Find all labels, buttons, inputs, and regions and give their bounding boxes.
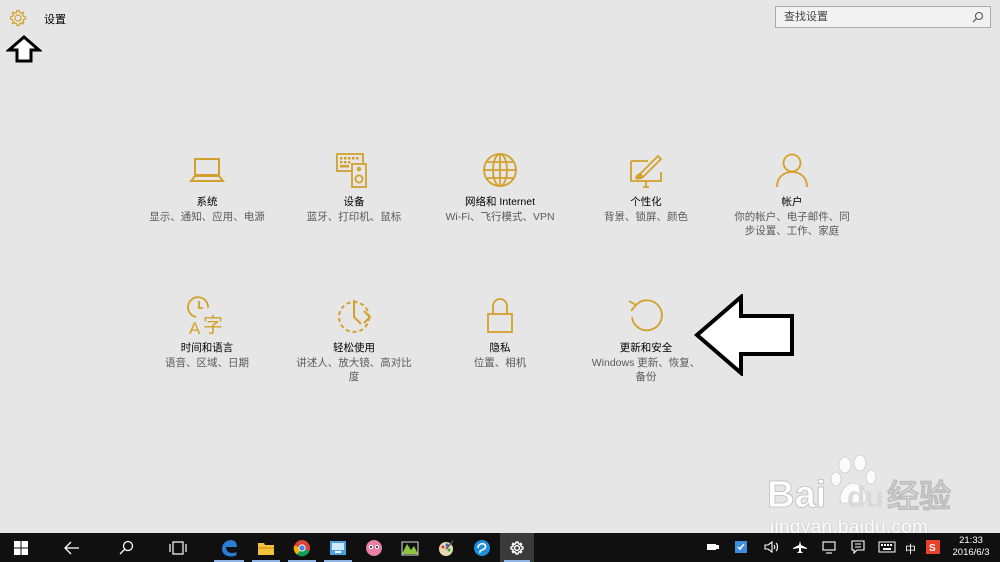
tile-network[interactable]: 网络和 Internet Wi-Fi、飞行模式、VPN — [442, 150, 558, 224]
taskbar-app[interactable] — [356, 533, 392, 562]
tile-personalization[interactable]: 个性化 背景、锁屏、颜色 — [588, 150, 704, 224]
time-language-icon: A 字 — [187, 296, 223, 336]
tile-title: 隐私 — [489, 342, 511, 354]
tile-system[interactable]: 系统 显示、通知、应用、电源 — [149, 150, 265, 224]
tray-usb-icon[interactable] — [706, 540, 720, 554]
search-box[interactable] — [775, 6, 991, 28]
tile-description: Wi-Fi、飞行模式、VPN — [445, 211, 555, 223]
tile-description: 背景、锁屏、颜色 — [604, 211, 688, 223]
tile-time-language[interactable]: A 字 时间和语言 语音、区域、日期 — [149, 296, 265, 370]
edge-icon — [222, 539, 237, 556]
taskbar-app[interactable] — [428, 533, 464, 562]
window-title: 设置 — [44, 14, 66, 26]
tile-privacy[interactable]: 隐私 位置、相机 — [442, 296, 558, 370]
taskbar-file-explorer[interactable] — [248, 533, 284, 562]
clock-date: 2016/6/3 — [952, 547, 990, 558]
clock-time: 21:33 — [959, 535, 983, 546]
app-icon — [439, 540, 454, 556]
tile-title: 轻松使用 — [333, 342, 375, 354]
airplane-mode-icon[interactable] — [792, 540, 808, 554]
gear-icon — [9, 9, 27, 27]
tray-app-icon[interactable] — [734, 540, 748, 554]
start-icon — [14, 540, 28, 555]
taskbar-app[interactable] — [320, 533, 356, 562]
tile-description: 讲述人、放大镜、高对比度 — [296, 357, 412, 383]
action-center-icon[interactable] — [851, 540, 865, 554]
taskbar-app[interactable] — [392, 533, 428, 562]
tile-description: 你的帐户、电子邮件、同步设置、工作、家庭 — [734, 211, 850, 237]
app-icon — [330, 540, 346, 555]
search-icon — [119, 540, 133, 555]
update-icon — [628, 299, 663, 332]
search-input[interactable] — [776, 7, 966, 27]
display-icon[interactable] — [822, 540, 836, 554]
svg-text:A: A — [189, 319, 201, 336]
settings-icon — [510, 540, 524, 555]
app-icon — [474, 539, 490, 556]
app-icon — [366, 539, 382, 556]
sogou-ime-icon[interactable]: S — [926, 540, 940, 554]
tile-title: 设备 — [343, 196, 365, 208]
taskbar-chrome[interactable] — [284, 533, 320, 562]
watermark-brand-du: du — [847, 481, 884, 514]
annotation-left-arrow — [694, 294, 794, 376]
taskbar-settings[interactable] — [500, 533, 534, 562]
tile-title: 帐户 — [781, 196, 803, 208]
chrome-icon — [293, 539, 310, 556]
globe-icon — [483, 153, 517, 187]
tile-accounts[interactable]: 帐户 你的帐户、电子邮件、同步设置、工作、家庭 — [734, 150, 850, 238]
tile-title: 网络和 Internet — [464, 196, 536, 208]
taskbar-app[interactable] — [464, 533, 500, 562]
tile-title: 更新和安全 — [619, 342, 673, 354]
back-icon — [64, 541, 79, 554]
watermark-brand: Bai — [767, 474, 826, 516]
personalization-icon — [630, 154, 663, 188]
laptop-icon — [188, 158, 226, 182]
touch-keyboard-icon[interactable] — [878, 540, 896, 554]
app-icon — [401, 541, 419, 555]
task-view-button[interactable] — [158, 533, 198, 562]
task-view-icon — [169, 540, 187, 555]
svg-text:字: 字 — [203, 313, 223, 336]
file-explorer-icon — [258, 542, 274, 555]
tile-update-security[interactable]: 更新和安全 Windows 更新、恢复、备份 — [588, 296, 704, 384]
back-button[interactable] — [52, 533, 92, 562]
watermark-product: 经验 — [887, 477, 951, 515]
taskbar: 中 S — [0, 533, 1000, 562]
lock-icon — [487, 298, 513, 333]
tile-ease-of-access[interactable]: 轻松使用 讲述人、放大镜、高对比度 — [296, 296, 412, 384]
taskbar-search-button[interactable] — [106, 533, 146, 562]
keyboard-speaker-icon — [336, 153, 367, 188]
tile-title: 系统 — [196, 196, 218, 208]
tile-description: 蓝牙、打印机、鼠标 — [306, 211, 402, 223]
search-icon[interactable] — [972, 11, 984, 23]
tile-title: 时间和语言 — [180, 342, 234, 354]
ease-of-access-icon — [338, 300, 372, 333]
person-icon — [776, 153, 808, 188]
taskbar-clock[interactable]: 21:33 2016/6/3 — [946, 535, 996, 559]
start-button[interactable] — [0, 533, 42, 562]
tile-description: 语音、区域、日期 — [165, 357, 249, 369]
svg-text:S: S — [929, 543, 936, 554]
volume-icon[interactable] — [764, 540, 780, 554]
tile-devices[interactable]: 设备 蓝牙、打印机、鼠标 — [296, 150, 412, 224]
taskbar-edge[interactable] — [210, 533, 248, 562]
ime-indicator[interactable]: 中 — [905, 541, 916, 557]
tile-description: 位置、相机 — [473, 357, 527, 369]
annotation-up-arrow — [6, 35, 42, 63]
tile-title: 个性化 — [630, 196, 662, 208]
tile-description: Windows 更新、恢复、备份 — [591, 357, 701, 383]
tile-description: 显示、通知、应用、电源 — [149, 211, 265, 223]
